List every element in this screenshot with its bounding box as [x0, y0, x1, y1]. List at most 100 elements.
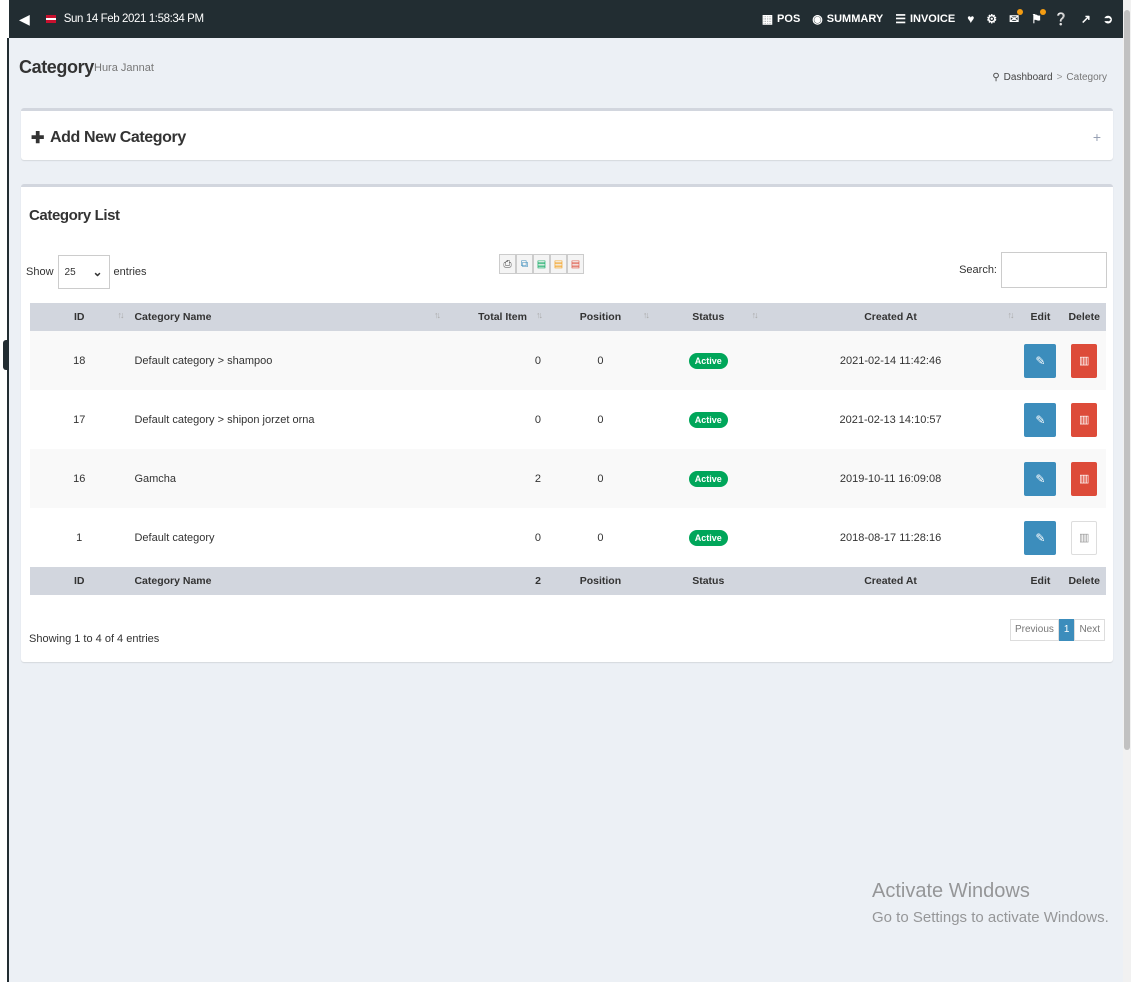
trash-icon: ▥ — [1079, 414, 1090, 426]
pagination: Previous 1 Next — [1009, 619, 1105, 641]
table-row: 17 Default category > shipon jorzet orna… — [30, 390, 1106, 449]
expand-icon[interactable]: ↗ — [1081, 12, 1091, 26]
flag-icon[interactable] — [45, 15, 56, 23]
search-input[interactable] — [1001, 252, 1107, 288]
delete-button[interactable]: ▥ — [1071, 343, 1098, 378]
breadcrumb-current: Category — [1066, 72, 1107, 83]
gear-icon[interactable]: ⚙ — [986, 12, 997, 26]
notification-icon[interactable]: ✉ — [1009, 9, 1024, 26]
pdf-icon[interactable]: ▤ — [567, 254, 584, 274]
show-label: Show — [26, 266, 54, 278]
sort-icon: ↑↓ — [751, 310, 759, 320]
cell-id: 17 — [30, 390, 129, 449]
status-badge[interactable]: Active — [688, 411, 728, 428]
csv-icon[interactable]: ▤ — [533, 254, 550, 274]
print-icon[interactable]: ⎙ — [499, 254, 516, 274]
cell-category-name: Default category > shampoo — [128, 331, 446, 390]
pencil-icon: ✎ — [1035, 412, 1046, 427]
watermark-title: Activate Windows — [872, 880, 1030, 902]
pencil-icon: ✎ — [1035, 353, 1046, 368]
sort-icon: ↑↓ — [117, 310, 124, 320]
cell-created-at: 2021-02-13 14:10:57 — [762, 390, 1019, 449]
cell-category-name: Default category — [128, 508, 446, 567]
cell-position: 0 — [546, 390, 654, 449]
sidebar-edge — [0, 0, 9, 982]
trash-icon: ▥ — [1079, 355, 1090, 367]
datetime-display: Sun 14 Feb 2021 1:58:34 PM — [63, 13, 204, 25]
col-category-name[interactable]: Category Name ↑↓ — [128, 303, 446, 331]
pencil-icon: ✎ — [1035, 530, 1046, 545]
top-navbar: ◀ Sun 14 Feb 2021 1:58:34 PM ▦ POS ◉ SUMMA… — [9, 0, 1123, 38]
cell-delete: ▥ — [1062, 390, 1106, 449]
back-arrow-icon[interactable]: ◀ — [19, 11, 30, 28]
search-label: Search: — [959, 264, 997, 276]
help-icon[interactable]: ❔ — [1054, 12, 1069, 26]
col-status[interactable]: Status ↑↓ — [653, 303, 763, 331]
page-title-text: Category — [19, 57, 94, 77]
table-row: 16 Gamcha 2 0 Active 2019-10-11 16:09:08… — [30, 449, 1106, 508]
logout-icon[interactable]: ➲ — [1103, 12, 1113, 26]
cell-edit: ✎ — [1018, 390, 1063, 449]
cell-total-item: 0 — [445, 331, 547, 390]
heart-icon[interactable]: ♥ — [967, 12, 974, 26]
cell-id: 16 — [30, 449, 129, 508]
copy-icon[interactable]: ⧉ — [516, 254, 533, 274]
cell-total-item: 0 — [445, 508, 547, 567]
invoice-label: INVOICE — [909, 13, 956, 25]
excel-icon[interactable]: ▤ — [550, 254, 567, 274]
cell-position: 0 — [546, 331, 654, 390]
cell-status: Active — [653, 390, 763, 449]
expand-box-button[interactable]: + — [1093, 129, 1101, 145]
table-header-row: ID ↑↓ Category Name ↑↓ Total Item ↑↓ Positi… — [30, 303, 1106, 331]
cell-id: 18 — [30, 331, 129, 390]
edit-button[interactable]: ✎ — [1024, 343, 1057, 378]
delete-button[interactable]: ▥ — [1071, 402, 1098, 437]
pos-link[interactable]: ▦ POS — [762, 12, 801, 26]
invoice-link[interactable]: ☰ INVOICE — [895, 12, 955, 26]
table-row: 18 Default category > shampoo 0 0 Active… — [30, 331, 1106, 390]
cell-category-name: Gamcha — [128, 449, 446, 508]
page-title: Category — [19, 57, 94, 78]
cell-status: Active — [653, 449, 763, 508]
entries-length-value: 25 — [64, 266, 76, 278]
pencil-icon: ✎ — [1035, 471, 1046, 486]
add-category-title: Add New Category — [50, 129, 186, 146]
breadcrumb-separator: > — [1056, 72, 1063, 83]
cell-category-name: Default category > shipon jorzet orna — [128, 390, 446, 449]
status-badge[interactable]: Active — [688, 470, 728, 487]
chevron-down-icon: ⌄ — [92, 265, 103, 279]
watermark-subtitle: Go to Settings to activate Windows. — [872, 909, 1109, 926]
add-category-header[interactable]: ✚ Add New Category — [31, 128, 186, 148]
status-badge[interactable]: Active — [688, 529, 728, 546]
summary-icon: ◉ — [812, 12, 823, 26]
breadcrumb: ⚲ Dashboard > Category — [992, 72, 1107, 83]
table-footer-row: ID Category Name 2 Position Status Creat… — [30, 567, 1106, 595]
entries-length-select[interactable]: 25 ⌄ — [57, 255, 110, 289]
add-category-box: ✚ Add New Category + — [21, 108, 1113, 160]
edit-button[interactable]: ✎ — [1024, 520, 1057, 555]
cell-status: Active — [653, 331, 763, 390]
cell-id: 1 — [30, 508, 129, 567]
scrollbar-thumb[interactable] — [1124, 10, 1130, 750]
edit-button[interactable]: ✎ — [1024, 461, 1057, 496]
summary-link[interactable]: ◉ SUMMARY — [812, 12, 883, 26]
col-position[interactable]: Position ↑↓ — [546, 303, 654, 331]
foot-total-item: 2 — [445, 567, 547, 595]
cell-delete: ▥ — [1062, 508, 1106, 567]
pagination-next[interactable]: Next — [1074, 619, 1105, 641]
breadcrumb-home[interactable]: Dashboard — [1004, 72, 1053, 83]
delete-button[interactable]: ▥ — [1071, 461, 1098, 496]
col-id[interactable]: ID ↑↓ — [30, 303, 129, 331]
pagination-page-1[interactable]: 1 — [1058, 619, 1075, 641]
flag-alert-icon[interactable]: ⚑ — [1031, 9, 1046, 26]
edit-button[interactable]: ✎ — [1024, 402, 1057, 437]
page-scrollbar[interactable] — [1123, 0, 1131, 982]
invoice-icon: ☰ — [895, 12, 906, 26]
sort-icon: ↑↓ — [535, 310, 543, 320]
col-total-item[interactable]: Total Item ↑↓ — [445, 303, 547, 331]
pagination-previous[interactable]: Previous — [1009, 619, 1059, 641]
sort-icon: ↑↓ — [642, 310, 650, 320]
status-badge[interactable]: Active — [688, 352, 728, 369]
cell-created-at: 2018-08-17 11:28:16 — [762, 508, 1019, 567]
col-created-at[interactable]: Created At ↑↓ — [762, 303, 1019, 331]
